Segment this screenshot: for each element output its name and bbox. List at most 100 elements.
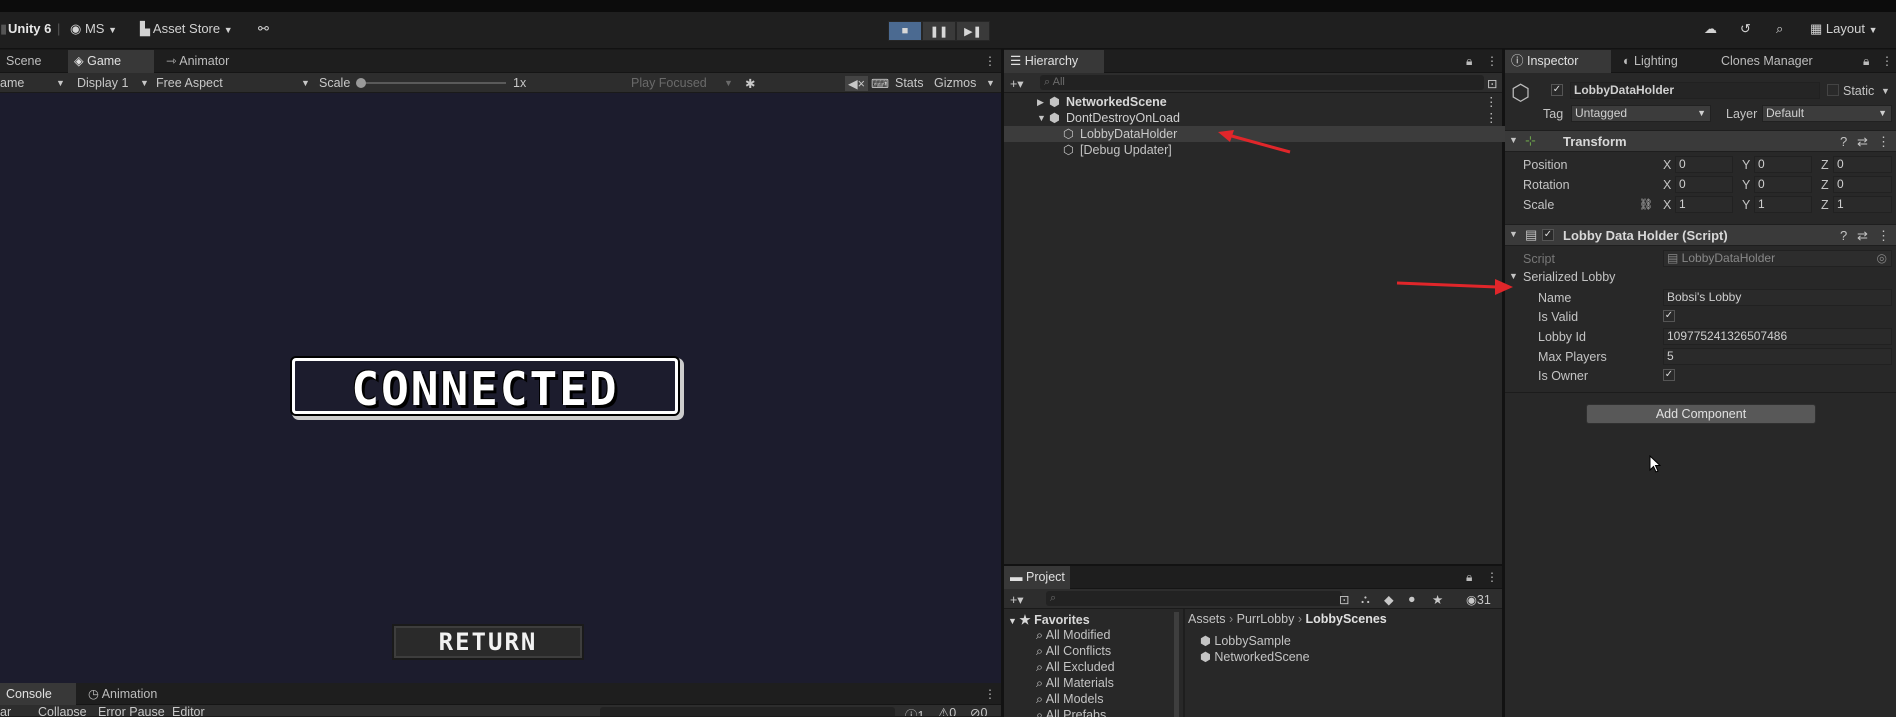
more-options-icon[interactable]: ⋮ [1486,55,1498,67]
is-valid-checkbox[interactable]: ✓ [1663,310,1675,322]
rotation-y-field[interactable]: 0 [1754,176,1812,193]
help-icon[interactable]: ? [1840,228,1847,243]
create-button[interactable]: +▾ [1010,592,1024,607]
error-count[interactable]: ⊘0 [970,705,987,716]
clear-button[interactable]: ar [0,705,11,716]
scale-x-field[interactable]: 1 [1675,196,1733,213]
breadcrumb-item[interactable]: PurrLobby [1237,612,1295,626]
lobby-name-field[interactable]: Bobsi's Lobby [1663,289,1892,306]
search-by-label-icon[interactable]: ⛬ [1361,592,1370,607]
chevron-down-icon[interactable]: ▼ [1881,86,1890,96]
create-button[interactable]: +▾ [1010,76,1024,91]
favorite-item[interactable]: ⌕ All Materials [1036,676,1114,691]
tab-game[interactable]: ◈ Game [68,50,154,73]
scale-slider-handle[interactable] [356,78,366,88]
tab-hierarchy[interactable]: ☰ Hierarchy [1004,50,1104,73]
breadcrumb-item[interactable]: Assets [1188,612,1226,626]
scale-z-field[interactable]: 1 [1833,196,1892,213]
rotation-x-field[interactable]: 0 [1675,176,1733,193]
position-z-field[interactable]: 0 [1833,156,1892,173]
stats-button[interactable]: Stats [895,76,924,90]
tab-scene[interactable]: Scene [0,50,47,73]
link-icon[interactable]: ⛓ [1639,198,1653,211]
editor-dropdown[interactable]: Editor [172,705,205,716]
more-options-icon[interactable]: ⋮ [1881,55,1893,67]
console-search-input[interactable] [600,707,895,716]
more-options-icon[interactable]: ⋮ [1877,134,1890,150]
asset-store-button[interactable]: ▙ Asset Store ▼ [140,21,233,37]
search-icon[interactable]: ⌕ [1776,21,1783,37]
unity-version-label[interactable]: Unity 6 [8,21,51,36]
favorite-item[interactable]: ⌕ All Models [1036,692,1103,707]
return-button[interactable]: RETURN [394,626,582,658]
history-icon[interactable]: ↺ [1740,21,1751,37]
cloud-icon[interactable]: ☁ [1704,21,1717,37]
warning-count[interactable]: ⚠0 [938,705,956,716]
tab-clones-manager[interactable]: Clones Manager [1715,50,1819,73]
account-button[interactable]: ◉ MS ▼ [70,21,117,37]
gameobject-cube-icon[interactable]: ⬡ [1511,82,1530,104]
favorite-item[interactable]: ⌕ All Prefabs [1036,708,1106,717]
more-options-icon[interactable]: ⋮ [1877,228,1890,244]
project-file-item[interactable]: ⬢ LobbySample [1200,633,1291,648]
scale-y-field[interactable]: 1 [1754,196,1812,213]
chevron-down-icon[interactable]: ▼ [1037,110,1046,126]
hierarchy-search-input[interactable]: ⌕ All [1040,75,1484,90]
game-viewport[interactable]: CONNECTED RETURN [0,93,1001,683]
tag-icon[interactable]: ◆ [1384,592,1394,607]
audio-mute-icon[interactable]: ◀× [845,76,868,91]
aspect-dropdown[interactable]: Free Aspect [156,76,223,90]
tab-animation[interactable]: ◷ Animation [82,683,163,706]
alert-icon[interactable]: ● [1408,592,1416,606]
hidden-packages-count[interactable]: ◉31 [1466,592,1491,607]
bug-icon[interactable]: ✱ [745,76,755,91]
pause-button[interactable]: ❚❚ [922,21,956,41]
project-search-input[interactable]: ⌕ [1046,591,1342,606]
hierarchy-row-dontdestroyonload[interactable]: ▼ ⬢ DontDestroyOnLoad ⋮ [1004,110,1505,126]
tab-animator[interactable]: ⇾ Animator [160,50,235,73]
active-checkbox[interactable]: ✓ [1551,84,1563,96]
preset-icon[interactable]: ⇄ [1857,228,1868,244]
max-players-field[interactable]: 5 [1663,348,1892,365]
object-name-field[interactable]: LobbyDataHolder [1570,82,1820,99]
gizmos-button[interactable]: Gizmos [934,76,976,90]
project-tree-scrollbar[interactable] [1174,612,1179,717]
component-enabled-checkbox[interactable]: ✓ [1542,229,1554,241]
static-checkbox[interactable] [1827,84,1839,96]
is-owner-checkbox[interactable]: ✓ [1663,369,1675,381]
favorite-item[interactable]: ⌕ All Conflicts [1036,644,1111,659]
layout-button[interactable]: ▦ Layout ▼ [1810,21,1878,37]
layer-dropdown[interactable]: Default ▼ [1762,105,1892,122]
game-mode-dropdown[interactable]: ame [0,76,24,90]
tab-inspector[interactable]: ⓘ Inspector [1505,50,1611,73]
serialized-lobby-foldout[interactable]: Serialized Lobby [1523,270,1615,284]
chevron-right-icon[interactable]: ▶ [1037,94,1044,110]
more-options-icon[interactable]: ⋮ [984,688,996,700]
more-options-icon[interactable]: ⋮ [1485,110,1498,126]
project-file-item[interactable]: ⬢ NetworkedScene [1200,649,1310,664]
breadcrumb-item[interactable]: LobbyScenes [1305,612,1386,626]
rotation-z-field[interactable]: 0 [1833,176,1892,193]
stop-button[interactable]: ■ [888,21,922,41]
favorites-header[interactable]: ▼ ★ Favorites [1008,612,1090,627]
preset-icon[interactable]: ⇄ [1857,134,1868,150]
favorite-item[interactable]: ⌕ All Modified [1036,628,1110,643]
lobby-id-field[interactable]: 109775241326507486 [1663,328,1892,345]
scale-slider-track[interactable] [358,82,506,84]
lock-icon[interactable]: 🔒︎ [1863,55,1869,67]
favorite-item[interactable]: ⌕ All Excluded [1036,660,1115,675]
favorite-star-icon[interactable]: ★ [1432,592,1443,607]
add-component-button[interactable]: Add Component [1586,404,1816,424]
panel-divider-horizontal[interactable] [1004,564,1502,566]
transform-header[interactable]: ▼ ⊹ Transform ? ⇄ ⋮ [1505,130,1896,152]
tab-console[interactable]: Console [0,683,76,706]
lock-icon[interactable]: 🔒︎ [1466,55,1472,67]
tab-lighting[interactable]: ◐ Lighting [1617,50,1684,73]
info-count[interactable]: ⓘ1 [905,705,924,716]
more-options-icon[interactable]: ⋮ [1485,94,1498,110]
tab-project[interactable]: ▬ Project [1004,566,1070,589]
search-by-type-icon[interactable]: ⊡ [1339,592,1349,607]
collapse-button[interactable]: Collapse [38,705,87,716]
lock-icon[interactable]: 🔒︎ [1466,571,1472,583]
help-icon[interactable]: ? [1840,134,1847,149]
